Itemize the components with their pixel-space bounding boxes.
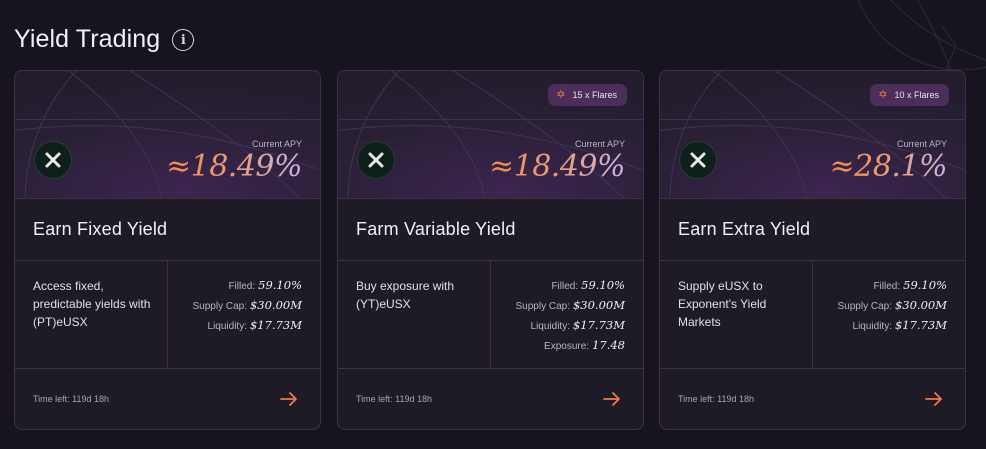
card-farm-variable-yield[interactable]: ✡ 15 x Flares Current APY ≈18.49% Farm V…: [337, 70, 644, 430]
card-header: Current APY ≈18.49%: [15, 71, 320, 199]
header-divider: [338, 119, 643, 120]
card-earn-fixed-yield[interactable]: Current APY ≈18.49% Earn Fixed Yield Acc…: [14, 70, 321, 430]
card-description: Supply eUSX to Exponent's Yield Markets: [660, 261, 813, 368]
stat-exposure: Exposure: 17.48: [544, 338, 625, 352]
card-details: Buy exposure with (YT)eUSX Filled: 59.10%…: [338, 261, 643, 369]
stat-liquidity: Liquidity: $17.73M: [852, 318, 947, 332]
stat-supply-cap: Supply Cap: $30.00M: [837, 298, 948, 312]
card-description: Access fixed, predictable yields with (P…: [15, 261, 168, 368]
card-title: Farm Variable Yield: [338, 199, 643, 261]
apy-label: Current APY: [251, 139, 302, 149]
flare-icon: ✡: [556, 88, 566, 101]
background-globe-decoration: [857, 0, 986, 70]
card-stats: Filled: 59.10% Supply Cap: $30.00M Liquidi…: [491, 261, 643, 368]
header-divider: [660, 119, 965, 120]
arrow-right-icon[interactable]: [278, 388, 300, 410]
stat-filled: Filled: 59.10%: [873, 278, 947, 292]
stat-liquidity: Liquidity: $17.73M: [207, 318, 302, 332]
card-details: Supply eUSX to Exponent's Yield Markets …: [660, 261, 965, 369]
flares-badge: ✡ 10 x Flares: [870, 84, 949, 106]
time-left: Time left: 119d 18h: [678, 394, 755, 404]
flares-label: 15 x Flares: [572, 90, 617, 100]
card-footer: Time left: 119d 18h: [15, 369, 320, 429]
stat-supply-cap: Supply Cap: $30.00M: [192, 298, 303, 312]
time-left: Time left: 119d 18h: [356, 394, 433, 404]
apy-value: ≈18.49%: [488, 149, 626, 184]
eusx-logo-icon: [357, 141, 395, 179]
card-stats: Filled: 59.10% Supply Cap: $30.00M Liquidi…: [813, 261, 965, 368]
card-details: Access fixed, predictable yields with (P…: [15, 261, 320, 369]
apy-label: Current APY: [896, 139, 947, 149]
apy-value: ≈18.49%: [165, 149, 303, 184]
card-title: Earn Extra Yield: [660, 199, 965, 261]
info-icon[interactable]: i: [172, 29, 195, 51]
card-header: ✡ 15 x Flares Current APY ≈18.49%: [338, 71, 643, 199]
flares-label: 10 x Flares: [894, 90, 939, 100]
page-title: Yield Trading: [14, 24, 161, 53]
eusx-logo-icon: [679, 141, 717, 179]
card-earn-extra-yield[interactable]: ✡ 10 x Flares Current APY ≈28.1% Earn Ex…: [659, 70, 966, 430]
arrow-right-icon[interactable]: [601, 388, 623, 410]
stat-filled: Filled: 59.10%: [551, 278, 625, 292]
eusx-logo-icon: [34, 141, 72, 179]
card-header: ✡ 10 x Flares Current APY ≈28.1%: [660, 71, 965, 199]
flares-badge: ✡ 15 x Flares: [548, 84, 627, 106]
card-description: Buy exposure with (YT)eUSX: [338, 261, 491, 368]
card-title: Earn Fixed Yield: [15, 199, 320, 261]
arrow-right-icon[interactable]: [923, 388, 945, 410]
stat-supply-cap: Supply Cap: $30.00M: [515, 298, 626, 312]
apy-label: Current APY: [574, 139, 625, 149]
apy-value: ≈28.1%: [829, 149, 948, 184]
flare-icon: ✡: [878, 88, 888, 101]
card-footer: Time left: 119d 18h: [338, 369, 643, 429]
stat-filled: Filled: 59.10%: [228, 278, 302, 292]
header-divider: [15, 119, 320, 120]
time-left: Time left: 119d 18h: [33, 394, 110, 404]
stat-liquidity: Liquidity: $17.73M: [530, 318, 625, 332]
section-header: Yield Trading i: [14, 24, 195, 54]
card-stats: Filled: 59.10% Supply Cap: $30.00M Liquidi…: [168, 261, 320, 368]
card-footer: Time left: 119d 18h: [660, 369, 965, 429]
yield-trading-page: Yield Trading i Current APY ≈18.49% Earn…: [0, 0, 986, 449]
